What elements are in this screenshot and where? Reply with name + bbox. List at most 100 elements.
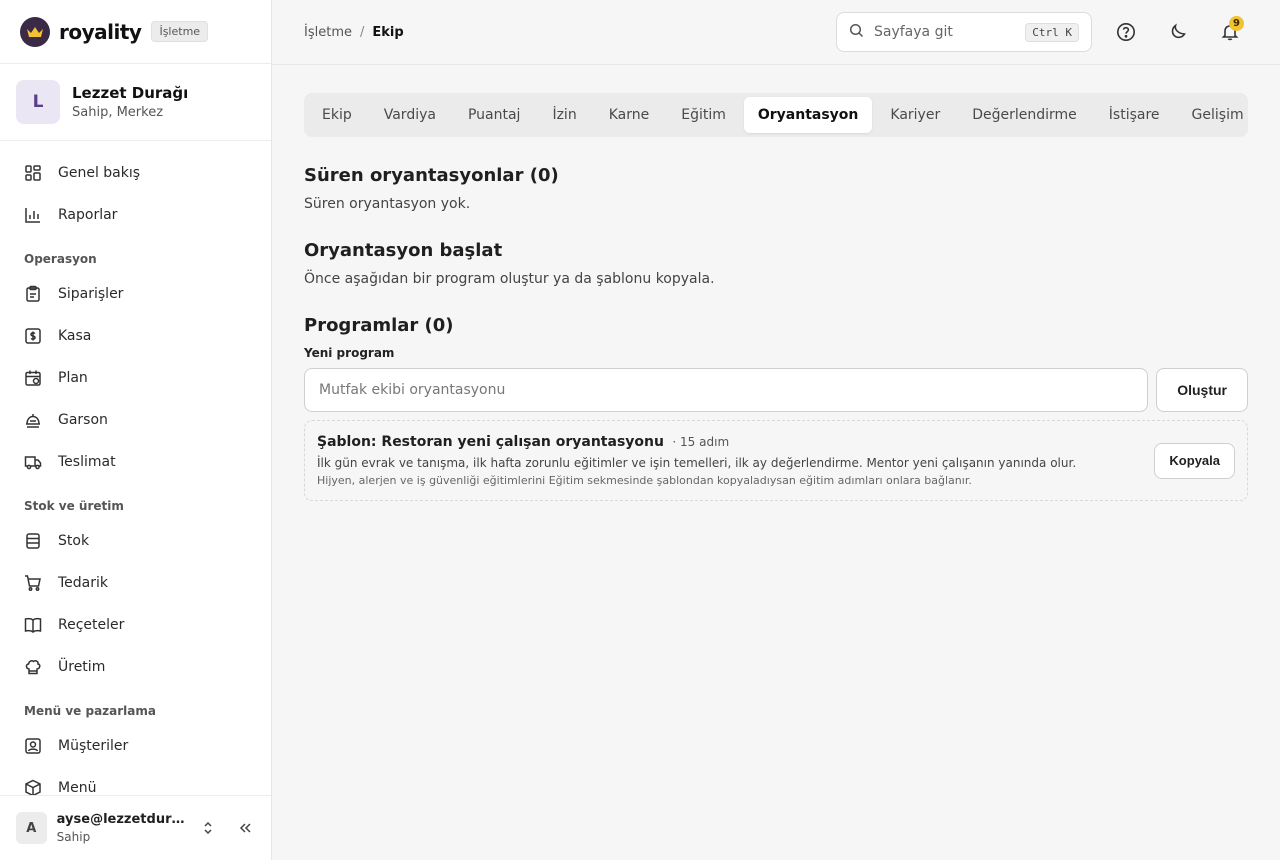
workspace-badge: İşletme (151, 21, 209, 42)
sidebar-item-kasa[interactable]: Kasa (12, 315, 259, 357)
sidebar-item-musteriler[interactable]: Müşteriler (12, 725, 259, 767)
breadcrumb-current: Ekip (372, 24, 404, 40)
cart-icon (24, 574, 42, 592)
sidebar-item-label: Garson (58, 412, 108, 428)
sidebar-nav: Genel bakış Raporlar Operasyon Siparişle… (0, 141, 271, 860)
sidebar-item-label: Plan (58, 370, 88, 386)
bell-icon[interactable]: 9 (1212, 14, 1248, 50)
collapse-sidebar-icon[interactable] (236, 818, 255, 838)
org-switcher[interactable]: L Lezzet Durağı Sahip, Merkez (0, 64, 271, 141)
sidebar-item-garson[interactable]: Garson (12, 399, 259, 441)
topbar: İşletme / Ekip Sayfaya git Ctrl K 9 (272, 0, 1280, 65)
shortcut-hint: Ctrl K (1025, 22, 1079, 42)
clipboard-icon (24, 285, 42, 303)
sidebar-item-label: Raporlar (58, 207, 118, 223)
sidebar-item-label: Müşteriler (58, 738, 129, 754)
sidebar-item-label: Üretim (58, 659, 106, 675)
user-menu[interactable]: A ayse@lezzetduragi.com Sahip (0, 795, 271, 860)
brand: royality İşletme (0, 0, 271, 64)
sidebar-item-label: Menü (58, 780, 97, 796)
sidebar-item-label: Stok (58, 533, 90, 549)
search-icon (849, 23, 864, 42)
sidebar-item-uretim[interactable]: Üretim (12, 646, 259, 688)
nav-section-title: Operasyon (24, 252, 97, 266)
bar-chart-icon (24, 206, 42, 224)
tab-izin[interactable]: İzin (538, 97, 590, 133)
start-hint: Önce aşağıdan bir program oluştur ya da … (304, 271, 715, 287)
grid-icon (24, 164, 42, 182)
book-icon (24, 616, 42, 634)
nav-section-title: Menü ve pazarlama (24, 704, 156, 718)
avatar: A (16, 812, 47, 844)
sidebar-item-stok[interactable]: Stok (12, 520, 259, 562)
crown-logo-icon[interactable] (20, 16, 50, 47)
brand-name[interactable]: royality (59, 20, 142, 44)
sidebar-item-label: Teslimat (58, 454, 116, 470)
sidebar-item-label: Kasa (58, 328, 92, 344)
chef-hat-icon (24, 658, 42, 676)
user-card-icon (24, 737, 42, 755)
new-program-label: Yeni program (304, 346, 395, 360)
sidebar-item-receteler[interactable]: Reçeteler (12, 604, 259, 646)
breadcrumb: İşletme / Ekip (304, 25, 404, 40)
content: Ekip Vardiya Puantaj İzin Karne Eğitim O… (272, 65, 1280, 501)
ongoing-section: Süren oryantasyonlar (0) Süren oryantasy… (304, 165, 1248, 212)
tab-karne[interactable]: Karne (595, 97, 664, 133)
tab-puantaj[interactable]: Puantaj (454, 97, 534, 133)
template-description: İlk gün evrak ve tanışma, ilk hafta zoru… (317, 456, 1077, 470)
search-placeholder: Sayfaya git (874, 24, 953, 40)
sidebar-item-siparisler[interactable]: Siparişler (12, 273, 259, 315)
database-icon (24, 532, 42, 550)
server-bell-icon (24, 411, 42, 429)
main-area: İşletme / Ekip Sayfaya git Ctrl K 9 Ekip… (272, 0, 1280, 860)
tab-gelisim-raporu[interactable]: Gelişim raporu (1178, 97, 1248, 133)
tab-degerlendirme[interactable]: Değerlendirme (958, 97, 1091, 133)
help-icon[interactable] (1108, 14, 1144, 50)
tab-istisare[interactable]: İstişare (1095, 97, 1174, 133)
new-program-input[interactable] (304, 368, 1149, 412)
moon-icon[interactable] (1160, 14, 1196, 50)
truck-icon (24, 453, 42, 471)
sidebar-item-plan[interactable]: Plan (12, 357, 259, 399)
notification-count-badge: 9 (1229, 16, 1244, 31)
org-name: Lezzet Durağı (72, 84, 189, 102)
sidebar-item-label: Reçeteler (58, 617, 125, 633)
template-step-count: · 15 adım (672, 435, 730, 449)
programs-title: Programlar (0) (304, 315, 454, 336)
sidebar-item-label: Siparişler (58, 286, 124, 302)
nav-section-title: Stok ve üretim (24, 499, 124, 513)
search-input[interactable]: Sayfaya git Ctrl K (836, 12, 1092, 52)
user-email: ayse@lezzetduragi.com (56, 812, 187, 827)
start-section: Oryantasyon başlat Önce aşağıdan bir pro… (304, 240, 1248, 287)
breadcrumb-root[interactable]: İşletme (304, 25, 352, 40)
calendar-icon (24, 369, 42, 387)
template-card: Şablon: Restoran yeni çalışan oryantasyo… (304, 420, 1248, 501)
sidebar-item-raporlar[interactable]: Raporlar (12, 194, 259, 236)
sidebar-item-label: Genel bakış (58, 165, 141, 181)
org-subtitle: Sahip, Merkez (72, 105, 164, 120)
ongoing-empty-text: Süren oryantasyon yok. (304, 196, 471, 212)
sidebar-item-label: Tedarik (58, 575, 109, 591)
sidebar-item-genel-bakis[interactable]: Genel bakış (12, 152, 259, 194)
template-note: Hijyen, alerjen ve iş güvenliği eğitimle… (317, 474, 972, 487)
template-title: Şablon: Restoran yeni çalışan oryantasyo… (317, 434, 664, 450)
create-program-button[interactable]: Oluştur (1156, 368, 1248, 412)
copy-template-button[interactable]: Kopyala (1154, 442, 1235, 479)
sidebar: royality İşletme L Lezzet Durağı Sahip, … (0, 0, 272, 860)
chevrons-up-down-icon[interactable] (199, 818, 218, 838)
ongoing-title: Süren oryantasyonlar (0) (304, 165, 559, 186)
tab-vardiya[interactable]: Vardiya (370, 97, 450, 133)
tab-oryantasyon[interactable]: Oryantasyon (743, 97, 873, 133)
sidebar-item-teslimat[interactable]: Teslimat (12, 441, 259, 483)
tab-ekip[interactable]: Ekip (308, 97, 366, 133)
start-title: Oryantasyon başlat (304, 240, 503, 261)
tab-kariyer[interactable]: Kariyer (876, 97, 954, 133)
user-role: Sahip (56, 830, 91, 844)
programs-section: Programlar (0) Yeni program Oluştur Şabl… (304, 315, 1248, 501)
tab-bar: Ekip Vardiya Puantaj İzin Karne Eğitim O… (304, 93, 1248, 137)
tab-egitim[interactable]: Eğitim (667, 97, 740, 133)
org-avatar: L (16, 80, 60, 124)
cash-icon (24, 327, 42, 345)
sidebar-item-tedarik[interactable]: Tedarik (12, 562, 259, 604)
breadcrumb-separator: / (359, 24, 365, 40)
